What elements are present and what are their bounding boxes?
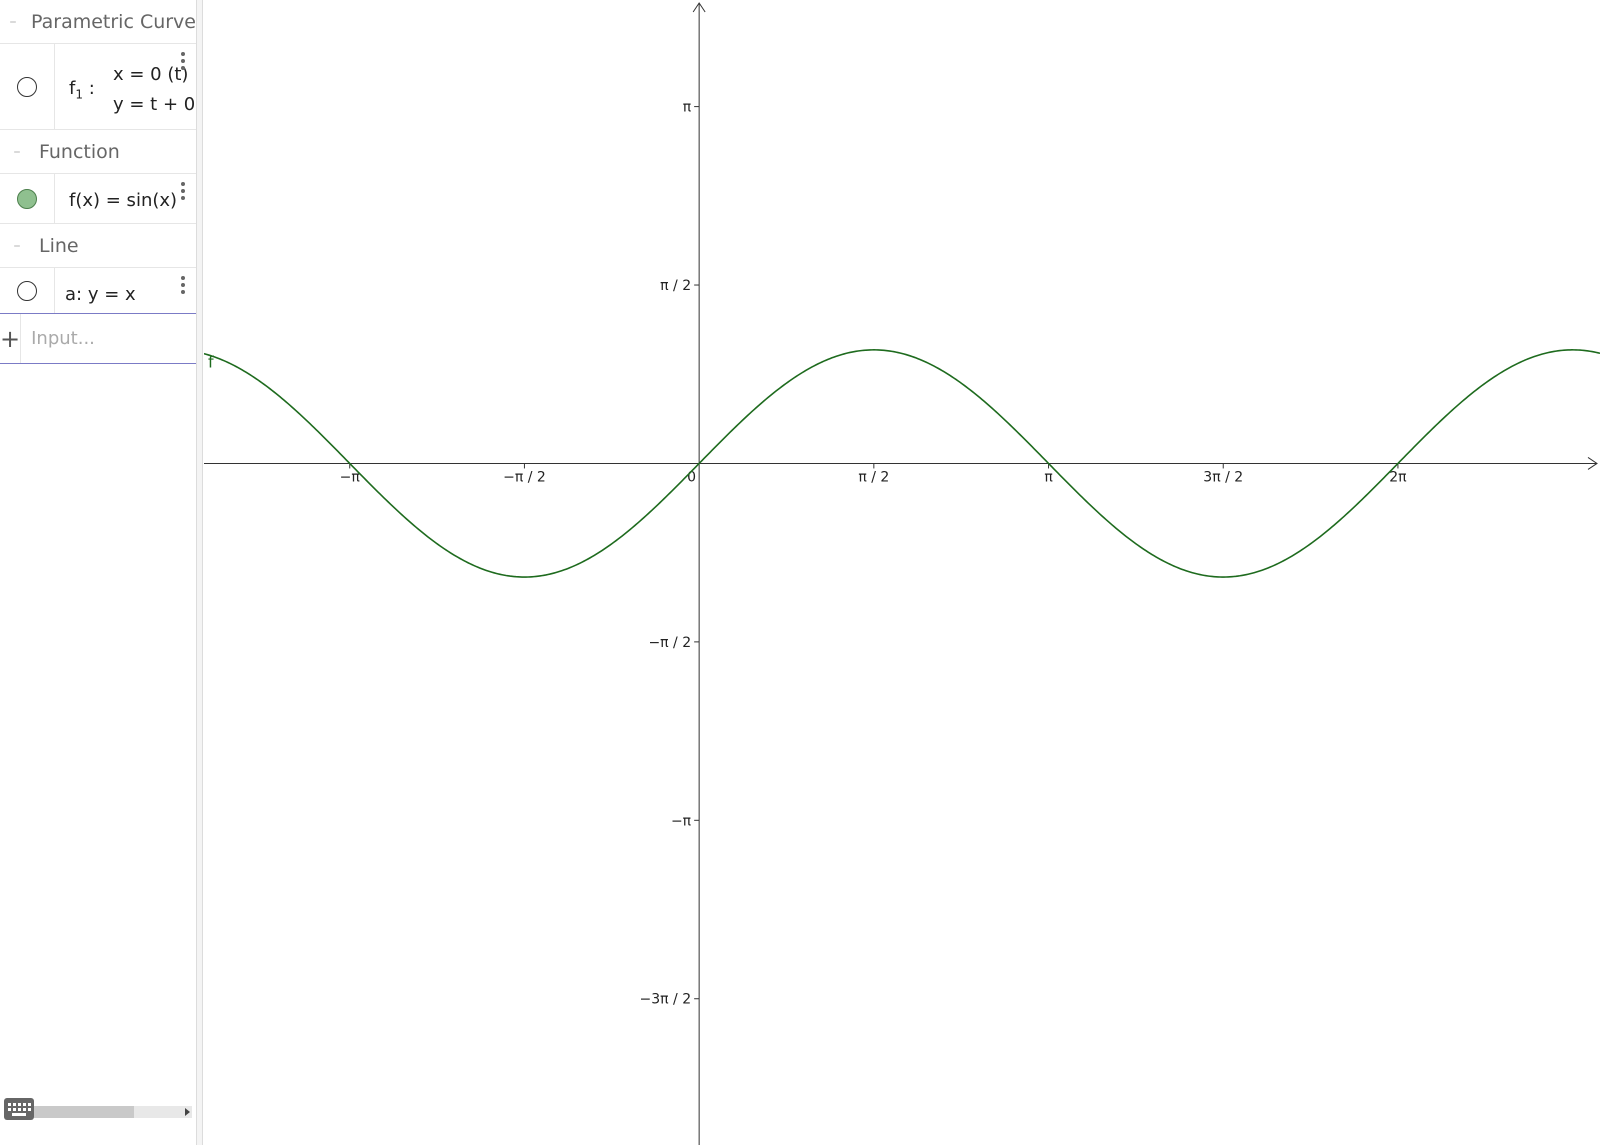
- keyboard-icon[interactable]: [4, 1098, 34, 1120]
- graph-canvas[interactable]: −π −π / 20π / 2 π 3π / 2 2πππ / 2−π / 2−π−3π…: [204, 0, 1600, 1145]
- param-x-equation: x = 0 (t): [113, 64, 189, 85]
- plus-icon[interactable]: +: [0, 314, 22, 363]
- algebra-item-a[interactable]: a: y = x: [0, 268, 196, 314]
- algebra-item-f[interactable]: f(x) = sin(x): [0, 174, 196, 224]
- y-tick-label: −3π / 2: [640, 992, 692, 1008]
- visibility-toggle[interactable]: [0, 44, 55, 129]
- horizontal-scrollbar[interactable]: [34, 1106, 192, 1118]
- more-options-icon[interactable]: [180, 276, 186, 294]
- y-tick-label: π: [683, 100, 692, 116]
- category-header-line[interactable]: – Line: [0, 224, 196, 268]
- y-tick-label: −π / 2: [648, 635, 691, 651]
- algebra-item-body[interactable]: f(x) = sin(x): [55, 174, 196, 223]
- object-name: f1 :: [69, 78, 95, 102]
- algebra-item-body[interactable]: f1 : x = 0 (t) y = t + 0: [55, 44, 196, 129]
- curve-label-f: f: [208, 353, 214, 372]
- x-tick-label: π / 2: [858, 469, 889, 485]
- function-definition: f(x) = sin(x): [69, 190, 178, 211]
- algebra-input-row[interactable]: +: [0, 314, 196, 364]
- x-tick-label: 3π / 2: [1203, 469, 1243, 485]
- algebra-item-body[interactable]: a: y = x: [55, 268, 196, 313]
- x-tick-label: π: [1044, 469, 1053, 485]
- marble-icon[interactable]: [17, 188, 37, 209]
- scrollbar-thumb[interactable]: [34, 1106, 134, 1118]
- y-tick-label: −π: [671, 813, 692, 829]
- marble-icon[interactable]: [17, 280, 37, 301]
- visibility-toggle[interactable]: [0, 268, 55, 313]
- panel-splitter[interactable]: [196, 0, 203, 1145]
- x-tick-label: 2π: [1389, 469, 1407, 485]
- collapse-icon[interactable]: –: [0, 14, 26, 30]
- more-options-icon[interactable]: [180, 182, 186, 200]
- line-definition: a: y = x: [65, 284, 136, 305]
- collapse-icon[interactable]: –: [0, 144, 34, 160]
- visibility-toggle[interactable]: [0, 174, 55, 223]
- collapse-icon[interactable]: –: [0, 238, 34, 254]
- algebra-input[interactable]: [21, 314, 196, 363]
- y-tick-label: π / 2: [660, 278, 691, 294]
- marble-icon[interactable]: [17, 76, 37, 97]
- algebra-item-f1[interactable]: f1 : x = 0 (t) y = t + 0: [0, 44, 196, 130]
- more-options-icon[interactable]: [180, 52, 186, 70]
- category-header-parametric-curve[interactable]: – Parametric Curve: [0, 0, 196, 44]
- algebra-view: – Parametric Curve f1 : x = 0 (t) y = t …: [0, 0, 196, 1145]
- category-label: Parametric Curve: [31, 10, 196, 33]
- x-tick-label: −π / 2: [503, 469, 546, 485]
- category-header-function[interactable]: – Function: [0, 130, 196, 174]
- category-label: Line: [39, 234, 79, 257]
- graphics-view[interactable]: −π −π / 20π / 2 π 3π / 2 2π π π / 2 −π / 2 −π −3π…: [204, 0, 1600, 1145]
- category-label: Function: [39, 140, 120, 163]
- scroll-right-icon[interactable]: [185, 1108, 190, 1116]
- param-y-equation: y = t + 0: [113, 94, 196, 115]
